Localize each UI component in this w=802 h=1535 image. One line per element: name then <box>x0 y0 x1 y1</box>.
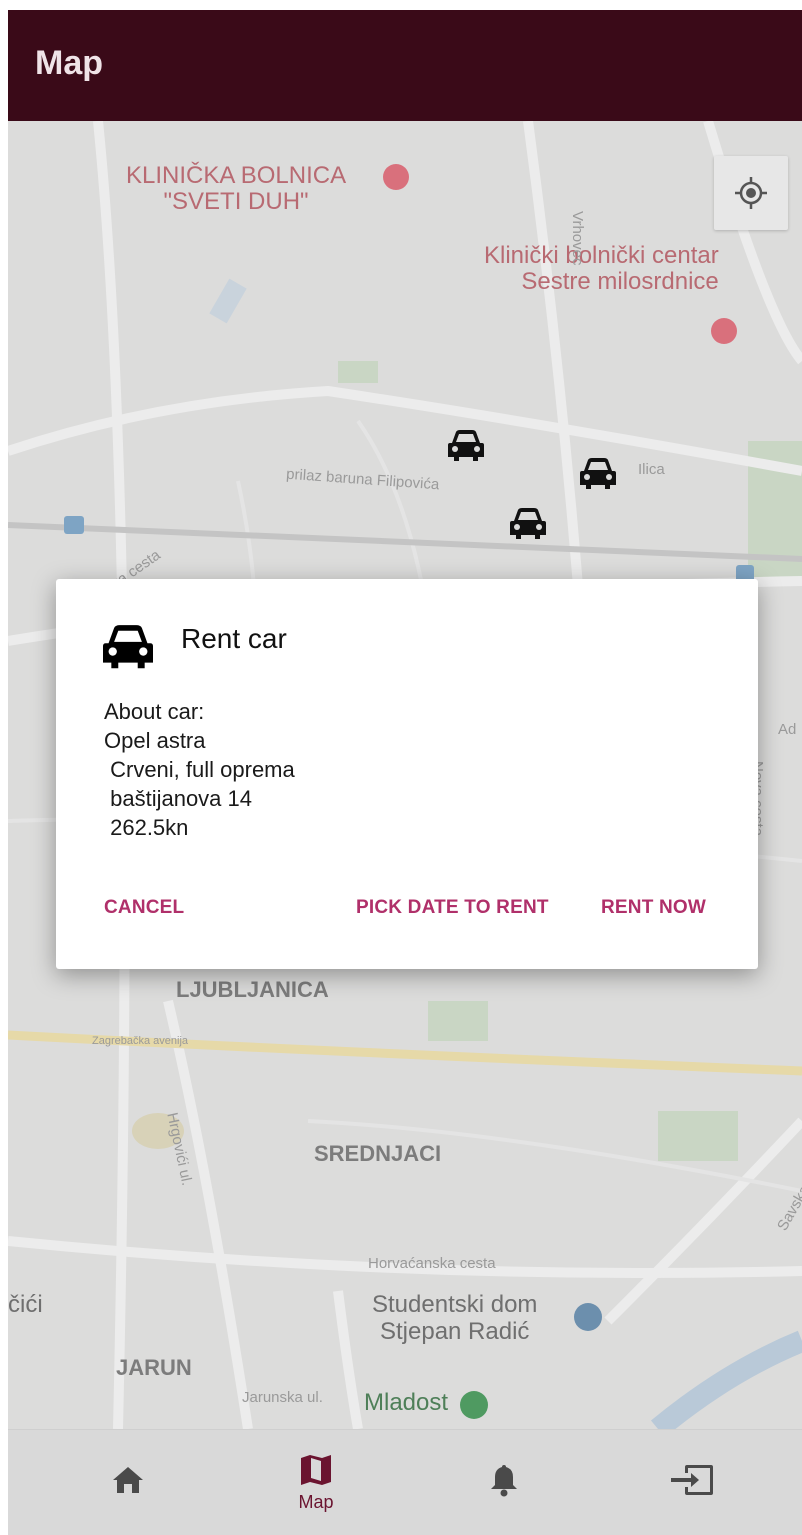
nav-item-map[interactable]: Map <box>256 1430 376 1535</box>
page-title: Map <box>35 44 103 82</box>
district-label: SREDNJACI <box>314 1141 442 1166</box>
about-label: About car: <box>104 699 205 724</box>
poi-label-kbc[interactable]: Klinički bolnički centar Sestre milosrdn… <box>484 243 719 295</box>
district-label: LJUBLJANICA <box>176 977 329 1002</box>
map-icon <box>301 1454 331 1485</box>
car-price: 262.5kn <box>104 815 189 840</box>
street-label: Ilica <box>638 461 665 478</box>
car-marker-icon[interactable] <box>508 505 548 541</box>
district-label: JARUN <box>116 1355 192 1380</box>
car-icon <box>103 625 153 669</box>
district-label: čići <box>8 1291 43 1318</box>
poi-label-sveti-duh[interactable]: KLINIČKA BOLNICA "SVETI DUH" <box>126 163 346 215</box>
street-label: Jarunska ul. <box>242 1389 323 1406</box>
nav-item-logout[interactable] <box>632 1430 752 1535</box>
place-label-mladost[interactable]: Mladost <box>364 1389 448 1417</box>
car-marker-icon[interactable] <box>578 455 618 491</box>
app-screen: Map KLINIČKA BOLNICA "SVETI DUH" Kliničk… <box>8 10 802 1535</box>
nav-item-notifications[interactable] <box>444 1430 564 1535</box>
street-label: Ad <box>778 721 797 738</box>
dialog-actions: CANCEL PICK DATE TO RENT RENT NOW <box>56 897 758 927</box>
bottom-navigation: Map <box>8 1429 802 1535</box>
car-description: Crveni, full oprema <box>104 757 295 782</box>
rent-now-button[interactable]: RENT NOW <box>601 897 706 919</box>
car-model: Opel astra <box>104 728 206 753</box>
street-label: Horvaćanska cesta <box>368 1255 496 1272</box>
crosshair-icon <box>735 177 767 209</box>
rent-car-dialog: Rent car About car: Opel astra Crveni, f… <box>56 579 758 969</box>
place-label-studentski-dom[interactable]: Studentski dom Stjepan Radić <box>372 1291 537 1345</box>
dialog-title: Rent car <box>181 623 287 654</box>
cancel-button[interactable]: CANCEL <box>104 897 184 919</box>
street-label: Zagrebačka avenija <box>92 1035 189 1047</box>
street-label: Vrhovec <box>569 211 586 266</box>
bell-icon <box>491 1465 517 1497</box>
logout-icon <box>671 1465 713 1495</box>
home-icon <box>113 1467 143 1493</box>
dialog-body: About car: Opel astra Crveni, full oprem… <box>104 697 295 842</box>
pick-date-button[interactable]: PICK DATE TO RENT <box>356 897 549 919</box>
car-address: baštijanova 14 <box>104 786 252 811</box>
my-location-button[interactable] <box>714 156 788 230</box>
car-marker-icon[interactable] <box>446 427 486 463</box>
nav-item-home[interactable] <box>68 1430 188 1535</box>
app-bar: Map <box>8 10 802 121</box>
